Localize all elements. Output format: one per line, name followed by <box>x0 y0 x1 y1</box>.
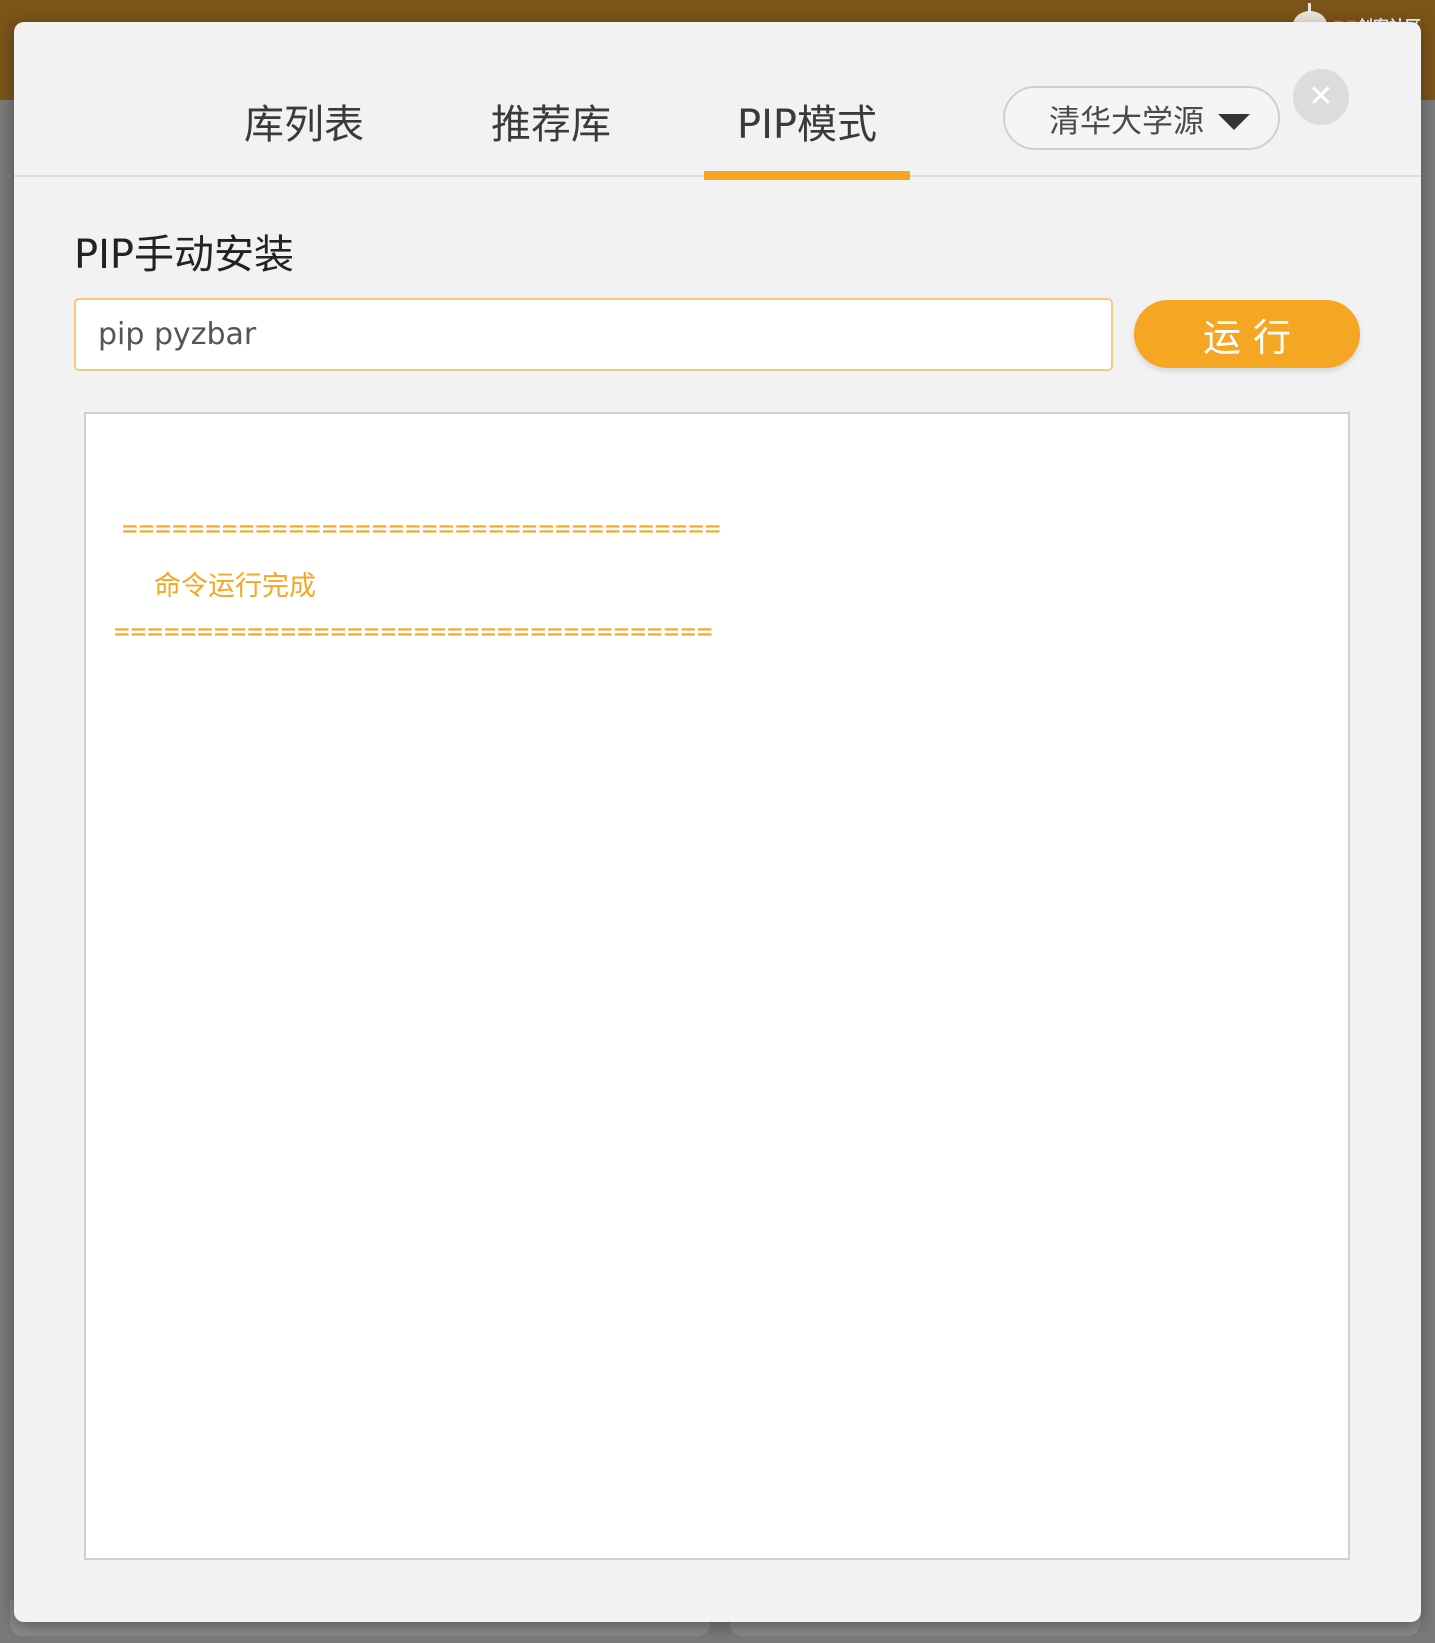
tab-recommended-libraries[interactable]: 推荐库 <box>476 92 626 178</box>
close-icon: ✕ <box>1308 79 1334 114</box>
mirror-source-select[interactable]: 清华大学源 <box>1003 86 1280 150</box>
library-manager-dialog: 库列表 推荐库 PIP模式 清华大学源 ✕ PIP手动安装 运行 =======… <box>14 22 1421 1622</box>
output-separator-top: ==================================== <box>122 514 722 544</box>
chevron-down-icon <box>1218 114 1250 130</box>
close-button[interactable]: ✕ <box>1293 69 1349 125</box>
tab-bar: 库列表 推荐库 PIP模式 清华大学源 ✕ <box>14 22 1421 180</box>
run-button[interactable]: 运行 <box>1134 300 1360 368</box>
tab-library-list[interactable]: 库列表 <box>229 92 379 178</box>
section-title: PIP手动安装 <box>74 232 295 278</box>
output-message: 命令运行完成 <box>154 571 316 602</box>
output-separator-bottom: ==================================== <box>114 617 714 647</box>
mirror-source-value: 清华大学源 <box>1049 103 1204 140</box>
pip-command-input[interactable] <box>74 298 1113 371</box>
tab-pip-mode[interactable]: PIP模式 <box>704 92 910 180</box>
output-console: ==================================== 命令运… <box>84 412 1350 1560</box>
